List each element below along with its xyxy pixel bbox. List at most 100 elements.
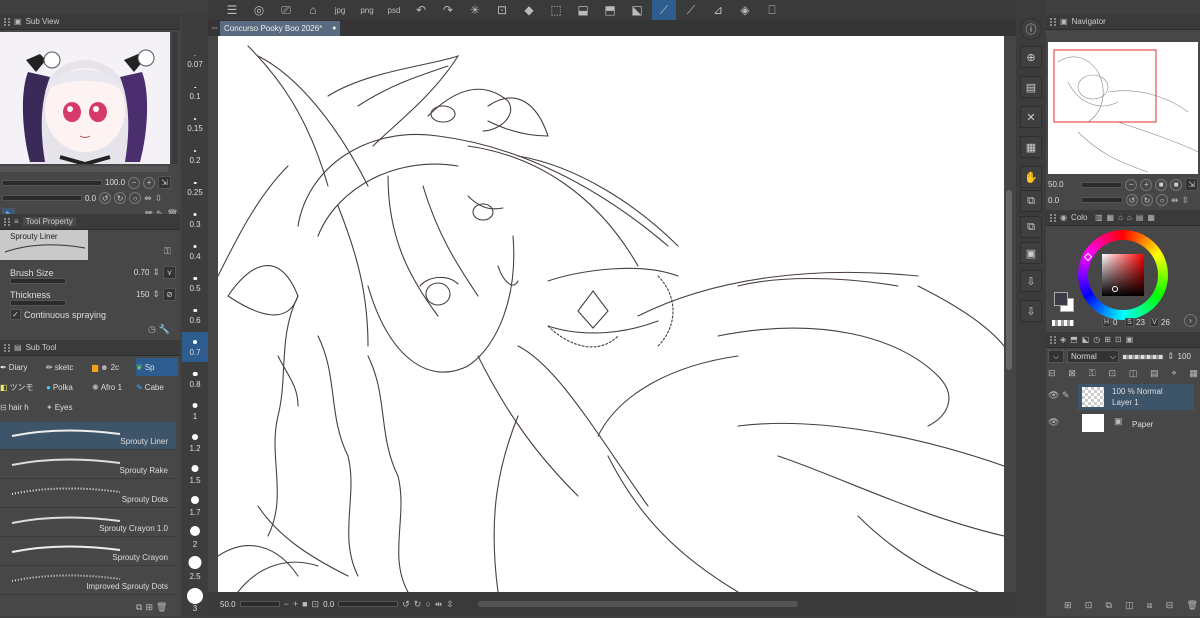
- history-icon[interactable]: ⧉: [1020, 216, 1042, 238]
- actual-icon[interactable]: ■: [1170, 178, 1183, 191]
- blend-mode-select[interactable]: Normal ⌵: [1067, 350, 1119, 363]
- thickness-slider[interactable]: [10, 300, 66, 306]
- reset-rotate-icon[interactable]: ○: [129, 192, 142, 204]
- new-folder-icon[interactable]: ⧉: [1106, 600, 1112, 611]
- history-tab-icon[interactable]: ◷: [1093, 335, 1100, 344]
- sub-view-hscroll[interactable]: [0, 166, 168, 172]
- fit-window-icon[interactable]: ■: [302, 599, 307, 609]
- layer-search-icon[interactable]: ⬕: [1082, 335, 1090, 344]
- reset-rotation-icon[interactable]: ○: [425, 599, 430, 609]
- brush-size-preset[interactable]: 0.8: [182, 364, 208, 394]
- save-png-icon[interactable]: jpg: [328, 0, 352, 21]
- snap-ruler-icon[interactable]: ⟋: [652, 0, 676, 21]
- brush-size-preset[interactable]: 0.2: [182, 140, 208, 170]
- grip-icon[interactable]: [4, 343, 10, 352]
- auto-action-icon[interactable]: ⊞: [1104, 335, 1111, 344]
- redo-icon[interactable]: ↷: [436, 0, 460, 21]
- zoom-out-icon[interactable]: −: [1125, 178, 1138, 191]
- quick-access-icon[interactable]: ⊡: [1115, 335, 1122, 344]
- zoom-in-icon[interactable]: +: [293, 599, 298, 609]
- brush-size-preset[interactable]: 0.3: [182, 204, 208, 234]
- mask-add-icon[interactable]: ◫: [1125, 600, 1134, 611]
- add-icon[interactable]: ⊞: [145, 602, 153, 613]
- import-icon[interactable]: ⇩: [1020, 270, 1042, 292]
- brush-size-preset[interactable]: 1.5: [182, 460, 208, 490]
- mask-icon[interactable]: ◫: [1129, 368, 1138, 379]
- grip-icon[interactable]: [1050, 335, 1056, 344]
- drawing-canvas[interactable]: [218, 36, 1004, 592]
- canvas-tab[interactable]: Concurso Pooky Boo 2026* ●: [220, 21, 341, 36]
- selection-icon[interactable]: ⬓: [571, 0, 595, 21]
- ruler-icon[interactable]: ▤: [1150, 368, 1159, 379]
- brush-size-preset[interactable]: 0.15: [182, 108, 208, 138]
- new-icon[interactable]: ⎚: [274, 0, 298, 21]
- actual-size-icon[interactable]: ⊡: [312, 599, 320, 610]
- invert-selection-icon[interactable]: ⬒: [598, 0, 622, 21]
- snap-grid-icon[interactable]: ⊿: [706, 0, 730, 21]
- rotate-right-icon[interactable]: ↻: [414, 599, 422, 610]
- layer-copy-icon[interactable]: ⧉: [1020, 190, 1042, 212]
- tab-list-icon[interactable]: ⇔: [210, 22, 219, 32]
- rotate-left-icon[interactable]: ↺: [99, 192, 112, 204]
- group-sketch[interactable]: ✏ sketc: [46, 358, 90, 376]
- canvas-zoom[interactable]: 50.0: [220, 600, 236, 609]
- brush-size-preset[interactable]: 0.07: [182, 44, 208, 74]
- brush-size-preset[interactable]: 2.5: [182, 556, 208, 586]
- grip-icon[interactable]: [1050, 17, 1056, 26]
- alpha-lock-icon[interactable]: ⊡: [1108, 368, 1116, 379]
- flip-icon[interactable]: ⇹: [144, 193, 152, 204]
- pose-icon[interactable]: ✋: [1020, 166, 1042, 188]
- material-tab-icon[interactable]: ▣: [1126, 335, 1134, 344]
- brush-item[interactable]: Sprouty Dots: [0, 480, 176, 508]
- layer-prop-icon[interactable]: ⬒: [1070, 335, 1078, 344]
- zoom-in-icon[interactable]: +: [1140, 178, 1153, 191]
- rotate-right-icon[interactable]: ↻: [114, 192, 127, 204]
- group-afro[interactable]: ✺ Afro 1: [92, 378, 134, 396]
- clip-icon[interactable]: ⊟: [1048, 368, 1056, 379]
- transform-icon[interactable]: ⊡: [490, 0, 514, 21]
- grip-icon[interactable]: [4, 217, 10, 226]
- nav-zoom[interactable]: 50.0: [1048, 180, 1078, 189]
- brush-size-preset[interactable]: 1.2: [182, 428, 208, 458]
- group-sp[interactable]: ❦ Sp: [136, 358, 178, 376]
- trash-icon[interactable]: 🗑: [156, 602, 167, 613]
- brush-size-preset[interactable]: 0.5: [182, 268, 208, 298]
- opacity-slider[interactable]: [1122, 353, 1164, 360]
- pattern-icon[interactable]: ▦: [1020, 136, 1042, 158]
- delete-layer-icon[interactable]: 🗑: [1187, 600, 1198, 611]
- draft-icon[interactable]: ⌖: [1172, 368, 1177, 379]
- zoom-out-icon[interactable]: −: [284, 599, 289, 609]
- opacity-stepper-icon[interactable]: ⇕: [1167, 351, 1175, 362]
- flip-vertical-icon[interactable]: ⇳: [446, 599, 454, 610]
- grip-icon[interactable]: [4, 17, 10, 26]
- brush-size-preset[interactable]: 2: [182, 524, 208, 554]
- fit-icon[interactable]: ■: [1155, 178, 1168, 191]
- group-eyes[interactable]: ✦ Eyes: [46, 398, 90, 416]
- layer-row-1[interactable]: 👁 ✎ 100 % Normal Layer 1: [1046, 384, 1196, 410]
- image-icon[interactable]: ▣: [1020, 242, 1042, 264]
- navigator-preview[interactable]: [1048, 42, 1198, 174]
- opacity-value[interactable]: 100: [1178, 352, 1191, 361]
- rotate-left-icon[interactable]: ↺: [1126, 194, 1138, 206]
- zoom-slider[interactable]: [2, 179, 102, 186]
- color-icon[interactable]: ▦: [1189, 368, 1198, 379]
- lock-icon[interactable]: ⚿: [1089, 368, 1096, 379]
- reset-icon[interactable]: ○: [1156, 194, 1168, 206]
- stepper-icon[interactable]: ⇕: [152, 267, 160, 278]
- brush-size-preset[interactable]: 0.4: [182, 236, 208, 266]
- canvas-zoom-slider[interactable]: [239, 601, 280, 607]
- flip-layer-icon[interactable]: ⊟: [1166, 600, 1174, 611]
- nav-zoom-slider[interactable]: [1080, 181, 1123, 188]
- eye-icon[interactable]: 👁: [1048, 417, 1059, 428]
- undo-icon[interactable]: ↶: [409, 0, 433, 21]
- color-slider-icon[interactable]: ▥: [1095, 213, 1103, 222]
- brush-size-slider[interactable]: [10, 278, 66, 284]
- canvas-angle-slider[interactable]: [338, 601, 399, 607]
- brush-size-preset[interactable]: 1: [182, 396, 208, 426]
- brush-size-preset[interactable]: 3: [182, 588, 208, 618]
- brush-item[interactable]: Sprouty Crayon: [0, 538, 176, 566]
- new-vector-icon[interactable]: ⊡: [1085, 600, 1093, 611]
- brush-item[interactable]: Sprouty Rake: [0, 451, 176, 479]
- save-png2-icon[interactable]: png: [355, 0, 379, 21]
- eye-icon[interactable]: 👁: [1048, 390, 1059, 401]
